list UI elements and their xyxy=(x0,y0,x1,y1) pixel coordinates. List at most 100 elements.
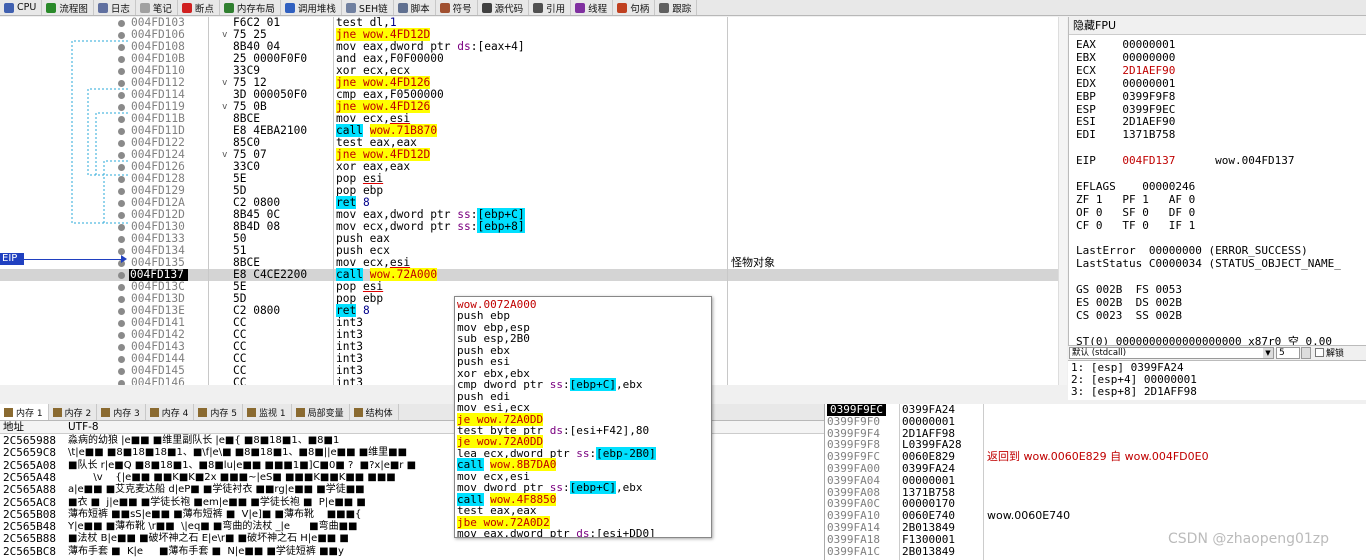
breakpoint-dot[interactable] xyxy=(118,332,125,339)
bottom-tab-2[interactable]: 内存 3 xyxy=(97,404,146,420)
breakpoint-dot[interactable] xyxy=(118,68,125,75)
breakpoint-dot[interactable] xyxy=(118,284,125,291)
breakpoint-dot[interactable] xyxy=(118,272,125,279)
bottom-tab-1[interactable]: 内存 2 xyxy=(49,404,98,420)
preview-token: ds xyxy=(576,527,590,538)
breakpoint-dot[interactable] xyxy=(118,188,125,195)
stack-row[interactable]: 0399F9F0 00000001 xyxy=(825,415,1366,428)
breakpoint-dot[interactable] xyxy=(118,164,125,171)
register-line[interactable]: EBP 0399F9F8 xyxy=(1076,89,1176,103)
register-line[interactable]: ES 002B DS 002B xyxy=(1076,297,1182,309)
dump-encoding-header[interactable]: UTF-8 xyxy=(68,421,99,434)
breakpoint-dot[interactable] xyxy=(118,224,125,231)
stack-value: 00000001 xyxy=(902,473,955,487)
tab-label: 源代码 xyxy=(494,3,524,15)
bottom-tab-3[interactable]: 内存 4 xyxy=(146,404,195,420)
bottom-tab-6[interactable]: 局部变量 xyxy=(292,404,350,420)
register-line[interactable]: LastStatus C0000034 (STATUS_OBJECT_NAME_ xyxy=(1076,258,1341,270)
bottom-tab-7[interactable]: 结构体 xyxy=(350,404,399,420)
watch-icon xyxy=(246,407,256,417)
breakpoint-dot[interactable] xyxy=(118,248,125,255)
register-line[interactable]: EAX 00000001 xyxy=(1076,39,1175,51)
tab-1[interactable]: 流程图 xyxy=(42,0,94,15)
register-line[interactable]: GS 002B FS 0053 xyxy=(1076,284,1182,296)
dump-text: ■法杖 B|e■■ ■破坏神之石 E|e\r■ ■破坏神之石 H|e■■ ■ xyxy=(68,533,349,545)
unlock-checkbox[interactable] xyxy=(1315,348,1324,357)
breakpoint-dot[interactable] xyxy=(118,104,125,111)
breakpoint-dot[interactable] xyxy=(118,92,125,99)
register-line[interactable]: EIP 004FD137 wow.004FD137 xyxy=(1076,155,1295,167)
tab-8[interactable]: 脚本 xyxy=(394,0,436,15)
register-line[interactable]: EDX 00000001 xyxy=(1076,77,1175,90)
breakpoint-dot[interactable] xyxy=(118,20,125,27)
register-text: EBP 0399F9F8 xyxy=(1076,89,1176,103)
breakpoint-dot[interactable] xyxy=(118,80,125,87)
arg-count-spinner[interactable] xyxy=(1301,346,1311,359)
jump-arrow-icon: v xyxy=(222,102,228,112)
tab-5[interactable]: 内存布局 xyxy=(220,0,281,15)
breakpoint-dot[interactable] xyxy=(118,200,125,207)
register-line[interactable]: ESI 2D1AEF90 xyxy=(1076,116,1175,128)
tab-2[interactable]: 日志 xyxy=(94,0,136,15)
preview-token: ds xyxy=(549,423,563,437)
struct-icon xyxy=(353,407,363,417)
tab-7[interactable]: SEH链 xyxy=(342,0,394,15)
stack-comment: wow.0060E740 xyxy=(987,509,1071,523)
breakpoint-dot[interactable] xyxy=(118,356,125,363)
tab-14[interactable]: 跟踪 xyxy=(655,0,698,15)
breakpoint-dot[interactable] xyxy=(118,32,125,39)
chevron-down-icon[interactable]: ▼ xyxy=(1263,347,1273,358)
breakpoint-dot[interactable] xyxy=(118,308,125,315)
register-panel[interactable]: 隐藏FPU EAX 00000001 EBX 00000000 ECX 2D1AEF… xyxy=(1068,17,1366,345)
breakpoint-dot[interactable] xyxy=(118,152,125,159)
disassembly-scrollbar[interactable] xyxy=(1058,17,1067,385)
register-line[interactable]: EBX 00000000 xyxy=(1076,51,1175,64)
stack-row[interactable]: 0399FA04 00000001 xyxy=(825,473,1366,487)
tab-9[interactable]: 符号 xyxy=(436,0,478,15)
breakpoint-dot[interactable] xyxy=(118,128,125,135)
register-line[interactable]: OF 0 SF 0 DF 0 xyxy=(1076,206,1195,219)
breakpoint-dot[interactable] xyxy=(118,56,125,63)
breakpoint-dot[interactable] xyxy=(118,116,125,123)
tab-10[interactable]: 源代码 xyxy=(478,0,530,15)
breakpoint-dot[interactable] xyxy=(118,176,125,183)
register-line[interactable]: ZF 1 PF 1 AF 0 xyxy=(1076,192,1196,206)
register-line[interactable]: EFLAGS 00000246 xyxy=(1076,180,1195,193)
breakpoint-dot[interactable] xyxy=(118,44,125,51)
register-line[interactable]: ST(0) 0000000000000000000 x87r0 空 0.00 xyxy=(1076,335,1332,345)
breakpoint-dot[interactable] xyxy=(118,212,125,219)
tab-0[interactable]: CPU xyxy=(0,0,43,15)
breakpoint-dot[interactable] xyxy=(118,296,125,303)
bottom-tab-4[interactable]: 内存 5 xyxy=(194,404,243,420)
tab-4[interactable]: 断点 xyxy=(178,0,220,15)
stack-address: 0399FA18 xyxy=(827,532,880,546)
bottom-tab-5[interactable]: 监视 1 xyxy=(243,404,292,420)
register-line[interactable]: EDI 1371B758 xyxy=(1076,129,1175,141)
register-line[interactable]: ECX 2D1AEF90 xyxy=(1076,64,1175,77)
tab-label: 句柄 xyxy=(630,3,650,15)
hide-fpu-toggle[interactable]: 隐藏FPU xyxy=(1069,17,1366,35)
breakpoint-dot[interactable] xyxy=(118,140,125,147)
breakpoint-dot[interactable] xyxy=(118,320,125,327)
tab-11[interactable]: 引用 xyxy=(529,0,572,15)
breakpoint-dot[interactable] xyxy=(118,368,125,375)
tab-6[interactable]: 调用堆栈 xyxy=(281,0,342,15)
breakpoint-dot[interactable] xyxy=(118,236,125,243)
register-line[interactable]: ESP 0399F9EC xyxy=(1076,103,1175,116)
register-line[interactable]: LastError 00000000 (ERROR_SUCCESS) xyxy=(1076,245,1308,257)
arg-count-input[interactable]: 5 xyxy=(1276,346,1300,359)
jump-arrow-icon: v xyxy=(222,30,228,40)
register-line[interactable]: CS 0023 SS 002B xyxy=(1076,309,1182,322)
breakpoint-dot[interactable] xyxy=(118,344,125,351)
calling-convention-select[interactable]: 默认 (stdcall) ▼ xyxy=(1069,346,1274,359)
stack-row[interactable]: 0399FA1C 2B013849 xyxy=(825,545,1366,558)
register-text: ZF 1 PF 1 AF 0 xyxy=(1076,192,1196,206)
register-line[interactable]: CF 0 TF 0 IF 1 xyxy=(1076,219,1195,232)
tab-label: CPU xyxy=(17,2,37,13)
tab-3[interactable]: 笔记 xyxy=(136,0,178,15)
call-stack-icon xyxy=(284,2,295,13)
bottom-tab-0[interactable]: 内存 1 xyxy=(0,404,49,420)
breakpoint-dot[interactable] xyxy=(118,380,125,385)
tab-12[interactable]: 线程 xyxy=(571,0,614,15)
tab-13[interactable]: 句柄 xyxy=(613,0,656,15)
